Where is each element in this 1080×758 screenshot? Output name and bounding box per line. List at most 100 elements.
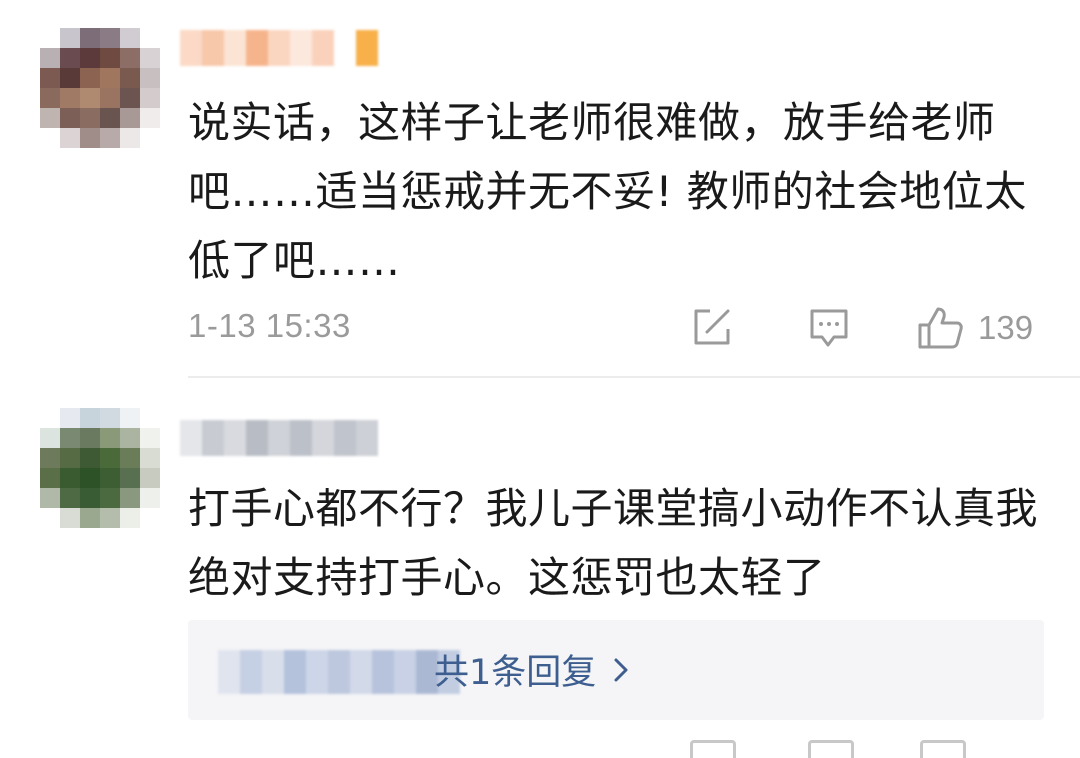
avatar-pixel (140, 88, 160, 108)
avatar-pixel (40, 468, 60, 488)
thumbs-up-icon (918, 307, 963, 349)
avatar-pixel (100, 488, 120, 508)
redaction-pixel (284, 650, 306, 694)
redaction-pixel (218, 650, 240, 694)
avatar-pixel (140, 108, 160, 128)
avatar-pixel (40, 408, 60, 428)
avatar-pixel (100, 508, 120, 528)
avatar-pixel (60, 88, 80, 108)
avatar-pixel (40, 488, 60, 508)
avatar-pixel (140, 68, 160, 88)
comment-timestamp: 1-13 15:33 (188, 307, 351, 344)
redaction-pixel (356, 420, 378, 456)
username-redacted[interactable] (180, 420, 378, 456)
avatar-pixel (60, 508, 80, 528)
avatar-pixel (40, 128, 60, 148)
redaction-pixel (240, 650, 262, 694)
redaction-pixel (312, 420, 334, 456)
redaction-pixel (312, 30, 334, 66)
redaction-pixel (268, 420, 290, 456)
replies-panel[interactable]: 共1条回复 (188, 620, 1044, 720)
avatar-pixel (100, 408, 120, 428)
comment-icon (810, 309, 848, 347)
avatar-pixel (100, 428, 120, 448)
avatar-pixel (80, 408, 100, 428)
comment-item: 打手心都不行？我儿子课堂搞小动作不认真我绝对支持打手心。这惩罚也太轻了 共1条回… (0, 378, 1080, 758)
avatar[interactable] (40, 28, 160, 148)
avatar-pixel (120, 448, 140, 468)
avatar-pixel (40, 508, 60, 528)
reply-count-text: 共1条回复 (434, 653, 597, 693)
avatar-pixel (80, 508, 100, 528)
comment-text: 说实话，这样子让老师很难做，放手给老师吧……适当惩戒并无不妥! 教师的社会地位太… (188, 98, 1027, 285)
avatar-pixel (80, 488, 100, 508)
avatar-pixel (140, 128, 160, 148)
avatar-pixel (40, 48, 60, 68)
avatar-pixel (60, 128, 80, 148)
avatar-pixel (140, 408, 160, 428)
reply-usernames-redacted (218, 650, 460, 694)
avatar-pixel (80, 468, 100, 488)
redaction-pixel (350, 650, 372, 694)
redaction-pixel (328, 650, 350, 694)
avatar-pixel (120, 48, 140, 68)
redaction-pixel (334, 30, 356, 66)
redaction-pixel (246, 30, 268, 66)
avatar-pixel (140, 48, 160, 68)
edit-icon (694, 309, 730, 345)
avatar-pixel (60, 48, 80, 68)
avatar-pixel (60, 28, 80, 48)
avatar-pixel (120, 88, 140, 108)
avatar-pixel (40, 88, 60, 108)
redaction-pixel (356, 30, 378, 66)
avatar-pixel (60, 468, 80, 488)
avatar-pixel (60, 448, 80, 468)
avatar-pixel (100, 448, 120, 468)
avatar-pixel (60, 108, 80, 128)
avatar-pixel (40, 448, 60, 468)
chevron-right-icon (614, 658, 628, 681)
username-redacted[interactable] (180, 30, 378, 66)
avatar-pixel (120, 128, 140, 148)
redaction-pixel (180, 420, 202, 456)
avatar-pixel (100, 68, 120, 88)
like-button[interactable]: 139 (916, 305, 1033, 351)
avatar-pixel (80, 128, 100, 148)
redaction-pixel (334, 420, 356, 456)
redaction-pixel (290, 420, 312, 456)
redaction-pixel (262, 650, 284, 694)
avatar-pixel (80, 428, 100, 448)
avatar-pixel (120, 428, 140, 448)
avatar-pixel (140, 428, 160, 448)
avatar-pixel (40, 68, 60, 88)
view-replies-link[interactable]: 共1条回复 (434, 644, 630, 695)
avatar-pixel (80, 88, 100, 108)
avatar-pixel (100, 48, 120, 68)
avatar-pixel (120, 488, 140, 508)
avatar-pixel (80, 28, 100, 48)
like-count: 139 (978, 309, 1034, 346)
redaction-pixel (394, 650, 416, 694)
redaction-pixel (202, 420, 224, 456)
redaction-pixel (224, 30, 246, 66)
avatar-pixel (40, 428, 60, 448)
avatar-pixel (120, 108, 140, 128)
avatar-pixel (140, 468, 160, 488)
avatar[interactable] (40, 408, 160, 528)
avatar-pixel (40, 108, 60, 128)
avatar-pixel (120, 28, 140, 48)
avatar-pixel (120, 468, 140, 488)
repost-button[interactable] (690, 305, 734, 349)
comment-button[interactable] (806, 305, 852, 351)
avatar-pixel (100, 108, 120, 128)
avatar-pixel (120, 508, 140, 528)
avatar-pixel (140, 508, 160, 528)
redaction-pixel (372, 650, 394, 694)
avatar-pixel (80, 68, 100, 88)
avatar-pixel (140, 448, 160, 468)
avatar-pixel (40, 28, 60, 48)
avatar-pixel (60, 428, 80, 448)
avatar-pixel (60, 68, 80, 88)
avatar-pixel (80, 448, 100, 468)
avatar-pixel (140, 28, 160, 48)
